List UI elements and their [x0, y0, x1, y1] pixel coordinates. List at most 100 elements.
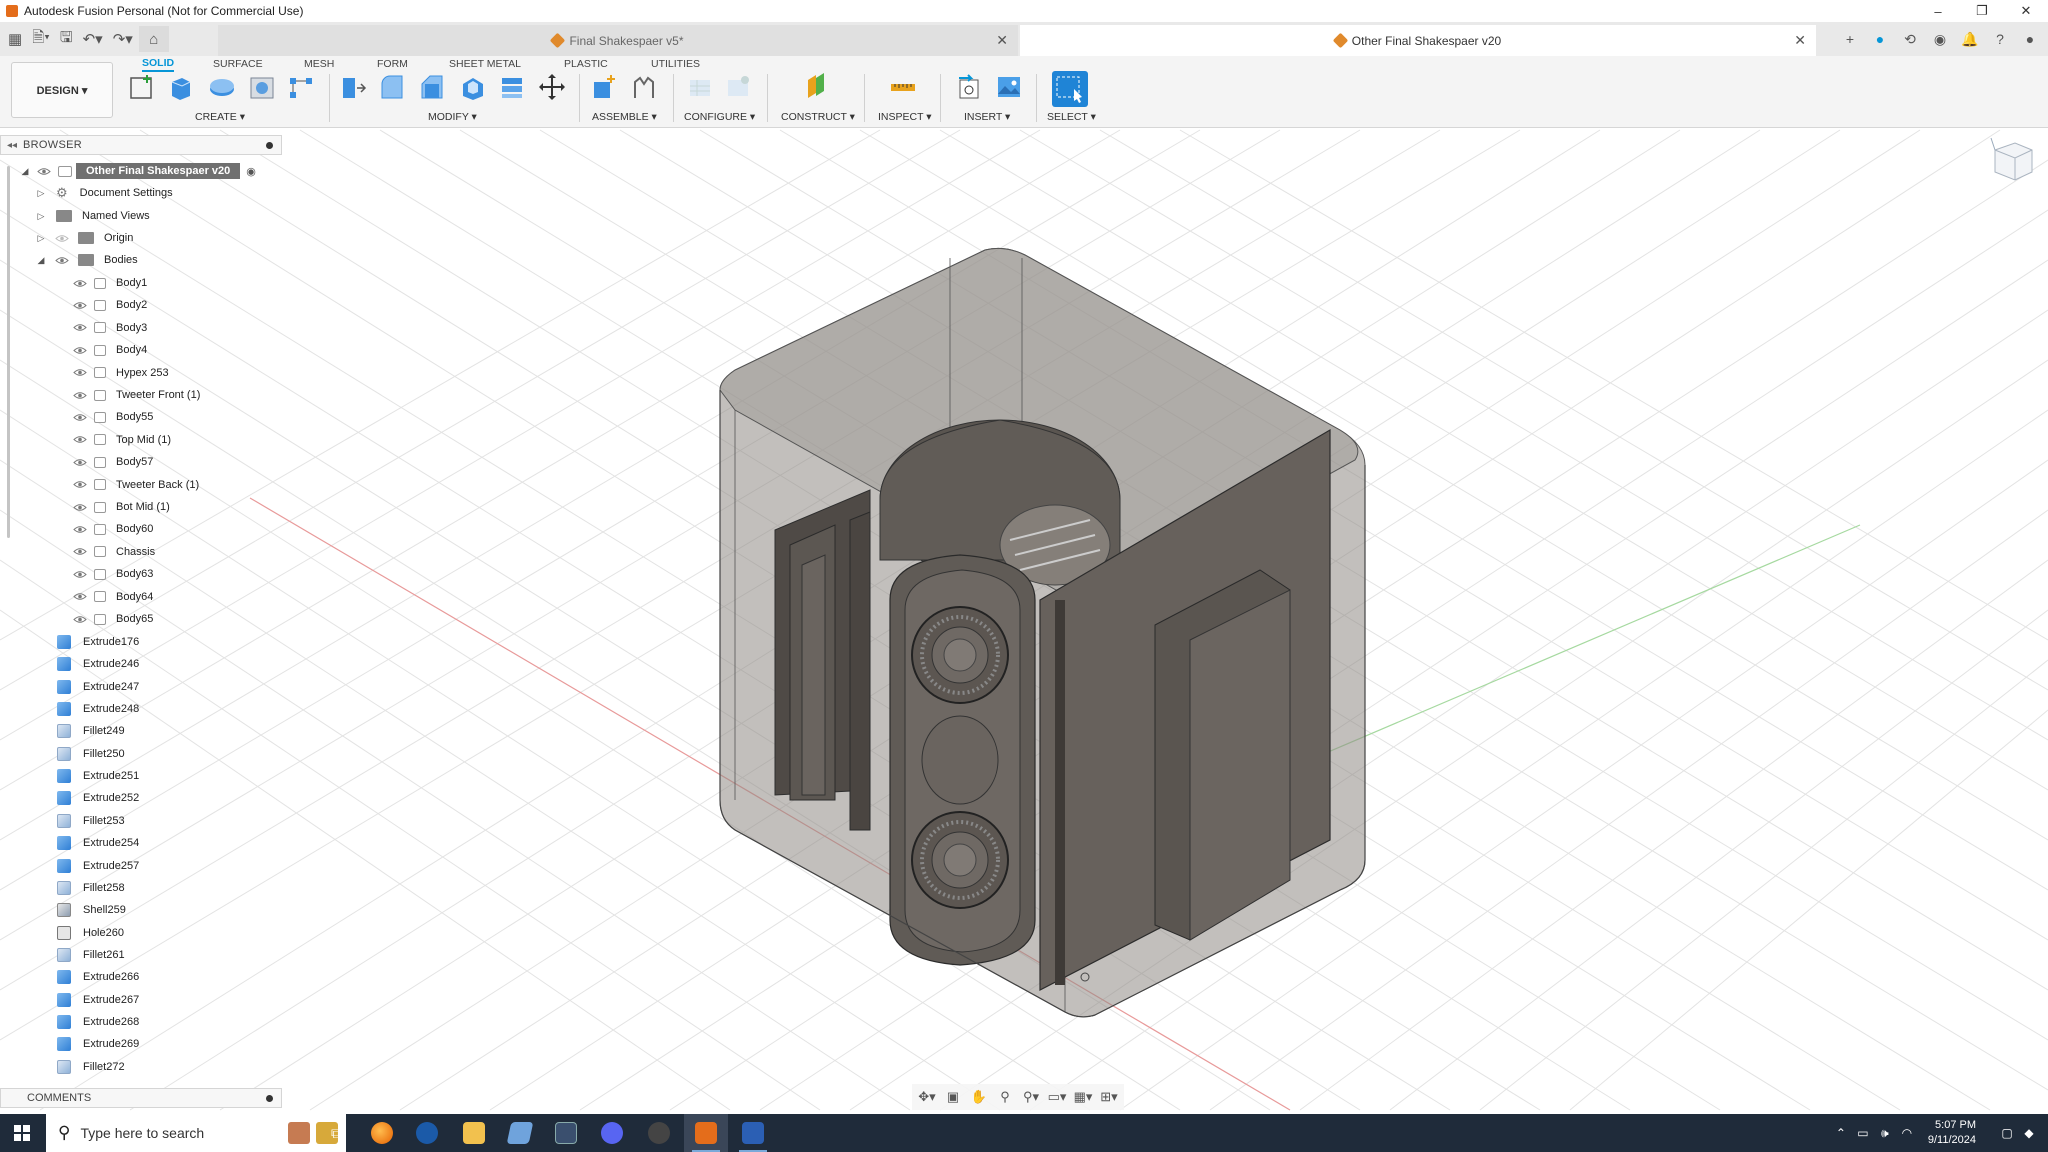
- comments-panel[interactable]: COMMENTS: [0, 1088, 282, 1108]
- hole-icon[interactable]: [247, 72, 277, 102]
- taskbar-search-box[interactable]: ⚲ Type here to search: [46, 1114, 346, 1152]
- tree-item-body[interactable]: Tweeter Back (1): [72, 474, 199, 496]
- tree-item-body[interactable]: Tweeter Front (1): [72, 384, 200, 406]
- visibility-eye-icon[interactable]: [72, 480, 88, 490]
- calculator-icon[interactable]: [544, 1114, 588, 1152]
- tree-item-body[interactable]: Top Mid (1): [72, 429, 171, 451]
- tree-item-origin[interactable]: ▷ Origin: [36, 227, 133, 249]
- pattern-icon[interactable]: [286, 72, 316, 102]
- visibility-eye-icon[interactable]: [72, 547, 88, 557]
- display-settings-icon[interactable]: ▭▾: [1046, 1087, 1068, 1107]
- press-pull-icon[interactable]: [337, 72, 367, 102]
- timeline-feature-extrude[interactable]: Extrude252: [57, 787, 139, 809]
- close-tab-icon[interactable]: ✕: [1794, 32, 1806, 49]
- tab-form[interactable]: FORM: [377, 56, 408, 72]
- offset-plane-icon[interactable]: [802, 72, 832, 102]
- create-sketch-icon[interactable]: [127, 72, 157, 102]
- expand-caret-icon[interactable]: ◢: [20, 166, 30, 177]
- apps-grid-icon[interactable]: ▦: [8, 30, 22, 48]
- insert-canvas-icon[interactable]: [994, 72, 1024, 102]
- pin-icon[interactable]: [266, 142, 273, 149]
- joint-icon[interactable]: [629, 72, 659, 102]
- timeline-feature-extrude[interactable]: Extrude257: [57, 855, 139, 877]
- visibility-eye-icon[interactable]: [54, 255, 70, 265]
- copilot-icon[interactable]: ◆: [2018, 1126, 2040, 1140]
- firefox-icon[interactable]: [360, 1114, 404, 1152]
- combine-icon[interactable]: [497, 72, 527, 102]
- timeline-feature-extrude[interactable]: Extrude251: [57, 765, 139, 787]
- expand-caret-icon[interactable]: ▷: [36, 233, 46, 244]
- minimize-button[interactable]: –: [1916, 0, 1960, 22]
- collapse-panel-icon[interactable]: ◂◂: [7, 140, 17, 151]
- timeline-feature-extrude[interactable]: Extrude267: [57, 989, 139, 1011]
- discord-icon[interactable]: [590, 1114, 634, 1152]
- extensions-icon[interactable]: ⟲: [1900, 29, 1920, 49]
- word-icon[interactable]: [731, 1114, 775, 1152]
- visibility-eye-icon[interactable]: [72, 502, 88, 512]
- tree-item-body[interactable]: Body60: [72, 518, 153, 540]
- tab-other-final-shakespaer-v20[interactable]: Other Final Shakespaer v20 ✕: [1020, 25, 1816, 56]
- timeline-feature-extrude[interactable]: Extrude176: [57, 631, 139, 653]
- zoom-icon[interactable]: ⚲: [994, 1087, 1016, 1107]
- restore-button[interactable]: ❐: [1960, 0, 2004, 22]
- volume-icon[interactable]: 🕪: [1874, 1126, 1896, 1141]
- timeline-feature-extrude[interactable]: Extrude266: [57, 966, 139, 988]
- job-status-icon[interactable]: ●: [1870, 29, 1890, 49]
- close-tab-icon[interactable]: ✕: [996, 32, 1008, 49]
- timeline-feature-hole[interactable]: Hole260: [57, 922, 124, 944]
- browser-scrollbar[interactable]: [7, 166, 10, 538]
- tree-item-body[interactable]: Body2: [72, 294, 147, 316]
- start-button[interactable]: [0, 1114, 44, 1152]
- timeline-feature-extrude[interactable]: Extrude269: [57, 1033, 139, 1055]
- configure-rules-icon[interactable]: [723, 72, 753, 102]
- expand-caret-icon[interactable]: ◢: [36, 255, 46, 266]
- app-dark-icon[interactable]: [637, 1114, 681, 1152]
- tree-item-document-settings[interactable]: ▷ ⚙ Document Settings: [36, 182, 173, 204]
- timeline-feature-extrude[interactable]: Extrude248: [57, 698, 139, 720]
- insert-derive-icon[interactable]: [955, 72, 985, 102]
- insert-menu[interactable]: INSERT ▾: [964, 111, 1010, 123]
- construct-menu[interactable]: CONSTRUCT ▾: [781, 111, 855, 123]
- view-cube[interactable]: [1990, 137, 2033, 181]
- notifications-icon[interactable]: 🔔: [1960, 29, 1980, 49]
- tree-item-body[interactable]: Body63: [72, 563, 153, 585]
- speaker-assembly[interactable]: [774, 419, 1331, 991]
- new-tab-icon[interactable]: +: [1840, 29, 1860, 49]
- task-view-icon[interactable]: ⧉: [314, 1114, 358, 1152]
- timeline-feature-fillet[interactable]: Fillet253: [57, 810, 125, 832]
- browser-header[interactable]: ◂◂ BROWSER: [0, 135, 282, 155]
- timeline-feature-fillet[interactable]: Fillet261: [57, 944, 125, 966]
- tree-item-named-views[interactable]: ▷ Named Views: [36, 205, 150, 227]
- pin-icon[interactable]: [266, 1095, 273, 1102]
- app-blue-icon[interactable]: [498, 1114, 542, 1152]
- timeline-feature-shell[interactable]: Shell259: [57, 899, 126, 921]
- select-menu[interactable]: SELECT ▾: [1047, 111, 1096, 123]
- expand-caret-icon[interactable]: ▷: [36, 188, 46, 199]
- tree-item-body[interactable]: Chassis: [72, 541, 155, 563]
- move-copy-icon[interactable]: [537, 72, 567, 102]
- timeline-feature-fillet[interactable]: Fillet258: [57, 877, 125, 899]
- visibility-eye-icon[interactable]: [72, 390, 88, 400]
- visibility-eye-icon[interactable]: [72, 300, 88, 310]
- chamfer-icon[interactable]: [417, 72, 447, 102]
- help-icon[interactable]: ?: [1990, 29, 2010, 49]
- tree-item-body[interactable]: Body65: [72, 608, 153, 630]
- tab-utilities[interactable]: UTILITIES: [651, 56, 700, 72]
- select-icon[interactable]: [1052, 71, 1088, 107]
- undo-icon[interactable]: ↶▾: [83, 30, 103, 48]
- tree-root-row[interactable]: ◢ Other Final Shakespaer v20 ◉: [20, 160, 256, 182]
- extrude-icon[interactable]: [166, 72, 196, 102]
- timeline-feature-extrude[interactable]: Extrude268: [57, 1011, 139, 1033]
- tree-item-body[interactable]: Body4: [72, 339, 147, 361]
- canvas-viewport[interactable]: [0, 128, 2048, 1114]
- look-at-icon[interactable]: ▣: [942, 1087, 964, 1107]
- redo-icon[interactable]: ↷▾: [113, 30, 133, 48]
- fit-icon[interactable]: ⚲▾: [1020, 1087, 1042, 1107]
- modify-menu[interactable]: MODIFY ▾: [428, 111, 477, 123]
- fusion-taskbar-icon[interactable]: [684, 1114, 728, 1152]
- tree-item-bodies[interactable]: ◢ Bodies: [36, 249, 138, 271]
- timeline-feature-extrude[interactable]: Extrude254: [57, 832, 139, 854]
- steam-icon[interactable]: [405, 1114, 449, 1152]
- file-explorer-icon[interactable]: [452, 1114, 496, 1152]
- save-icon[interactable]: 🖫: [60, 27, 73, 52]
